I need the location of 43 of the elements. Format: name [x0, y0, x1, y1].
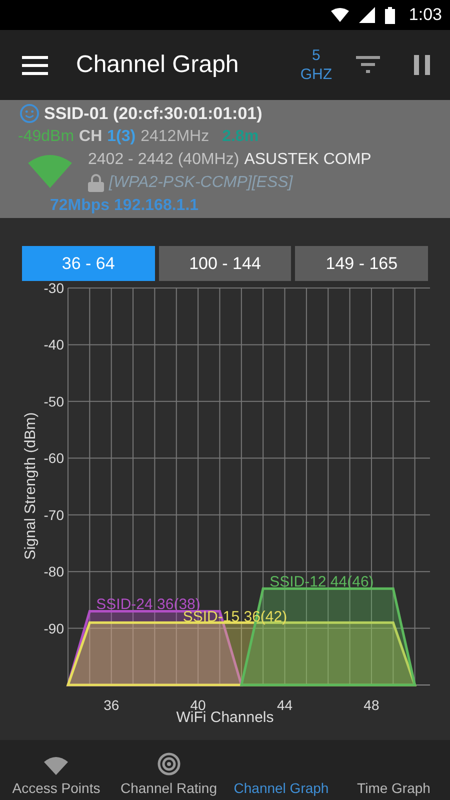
wifi-icon — [44, 756, 68, 776]
channel-range-text: 2402 - 2442 (40MHz) — [88, 150, 240, 168]
x-tick-label: 48 — [364, 697, 380, 713]
bottom-nav-tab[interactable]: Channel Graph — [225, 740, 338, 800]
wifi-icon — [28, 153, 72, 189]
frequency-text: 2412MHz — [140, 128, 210, 146]
menu-icon[interactable] — [22, 55, 48, 75]
y-tick-label: -80 — [44, 564, 64, 580]
screen-title: Channel Graph — [76, 51, 240, 79]
channel-label: CH — [79, 128, 102, 146]
bottom-nav-tab[interactable]: Channel Rating — [112, 740, 225, 800]
signal-text: -49dBm — [18, 128, 74, 146]
y-tick-label: -60 — [44, 450, 64, 466]
y-tick-label: -40 — [44, 336, 64, 353]
security-text: [WPA2-PSK-CCMP][ESS] — [109, 174, 293, 192]
network-label: SSID-12 44(46) — [270, 573, 374, 590]
channel-text: 1(3) — [107, 128, 136, 146]
cell-signal-icon — [358, 7, 375, 23]
y-tick-label: -70 — [44, 506, 64, 523]
link-text: 72Mbps 192.168.1.1 — [50, 196, 199, 214]
pause-icon[interactable] — [414, 55, 430, 75]
x-axis-title: WiFi Channels — [176, 709, 274, 726]
signal-rings-icon — [156, 752, 181, 776]
x-tick-label: 36 — [104, 697, 120, 713]
x-tick-label: 44 — [276, 697, 293, 713]
y-tick-label: -90 — [44, 620, 64, 636]
wifi-icon — [330, 8, 349, 22]
y-tick-label: -30 — [44, 281, 64, 296]
channel-range-tab[interactable]: 149 - 165 — [295, 246, 428, 281]
distance-text: 2.8m — [222, 128, 259, 146]
y-tick-label: -50 — [44, 393, 64, 410]
battery-icon — [384, 6, 395, 24]
smiley-icon — [20, 104, 39, 123]
band-toggle[interactable]: 5 GHZ — [300, 46, 332, 84]
ssid-text: SSID-01 (20:cf:30:01:01:01) — [44, 104, 262, 124]
clock-time: 1:03 — [408, 5, 442, 25]
lock-icon — [88, 174, 104, 192]
vendor-text: ASUSTEK COMP — [244, 150, 372, 168]
channel-range-tab[interactable]: 100 - 144 — [158, 246, 292, 281]
filter-icon[interactable] — [356, 56, 380, 74]
y-axis-title: Signal Strength (dBm) — [22, 412, 39, 560]
bottom-nav-tab[interactable]: Time Graph — [338, 740, 450, 800]
bottom-nav-tab[interactable]: Access Points — [0, 740, 112, 800]
